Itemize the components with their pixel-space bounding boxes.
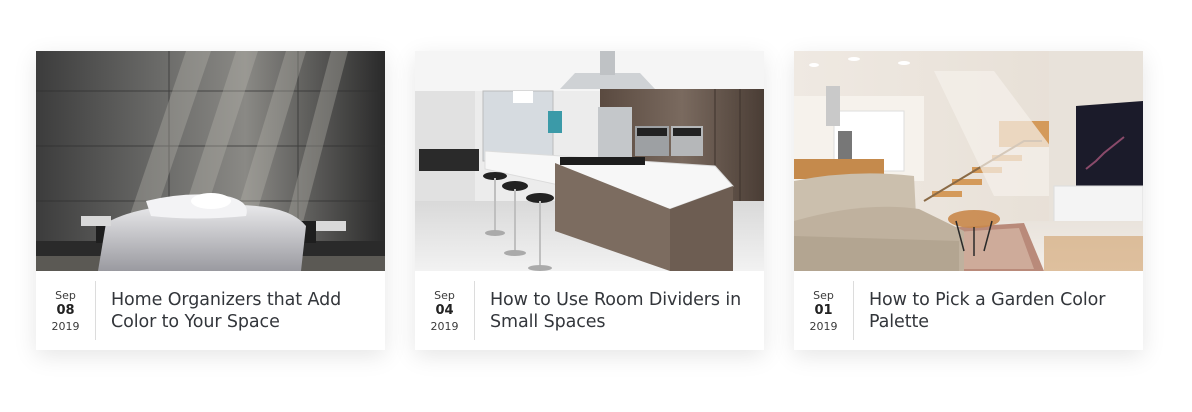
post-date-month: Sep bbox=[55, 288, 76, 302]
post-meta: Sep 01 2019 How to Pick a Garden Color P… bbox=[794, 271, 1143, 350]
post-thumbnail[interactable] bbox=[36, 51, 385, 271]
post-title-link[interactable]: How to Use Room Dividers in Small Spaces bbox=[475, 289, 764, 333]
blog-card[interactable]: Sep 04 2019 How to Use Room Dividers in … bbox=[415, 51, 764, 350]
blog-card[interactable]: Sep 08 2019 Home Organizers that Add Col… bbox=[36, 51, 385, 350]
post-date: Sep 04 2019 bbox=[415, 281, 475, 340]
living-room-image bbox=[794, 51, 1143, 271]
post-date-year: 2019 bbox=[51, 319, 80, 333]
post-date-day: 04 bbox=[435, 302, 454, 318]
post-thumbnail[interactable] bbox=[794, 51, 1143, 271]
post-date-year: 2019 bbox=[809, 319, 838, 333]
blog-post-grid: Sep 08 2019 Home Organizers that Add Col… bbox=[36, 51, 1143, 350]
post-date: Sep 01 2019 bbox=[794, 281, 854, 340]
post-title-link[interactable]: Home Organizers that Add Color to Your S… bbox=[96, 289, 385, 333]
post-date: Sep 08 2019 bbox=[36, 281, 96, 340]
post-meta: Sep 08 2019 Home Organizers that Add Col… bbox=[36, 271, 385, 350]
blog-card[interactable]: Sep 01 2019 How to Pick a Garden Color P… bbox=[794, 51, 1143, 350]
post-title-link[interactable]: How to Pick a Garden Color Palette bbox=[854, 289, 1143, 333]
post-date-month: Sep bbox=[813, 288, 834, 302]
post-date-day: 08 bbox=[56, 302, 75, 318]
post-thumbnail[interactable] bbox=[415, 51, 764, 271]
post-date-year: 2019 bbox=[430, 319, 459, 333]
post-date-day: 01 bbox=[814, 302, 833, 318]
post-meta: Sep 04 2019 How to Use Room Dividers in … bbox=[415, 271, 764, 350]
kitchen-image bbox=[415, 51, 764, 271]
post-date-month: Sep bbox=[434, 288, 455, 302]
bedroom-image bbox=[36, 51, 385, 271]
